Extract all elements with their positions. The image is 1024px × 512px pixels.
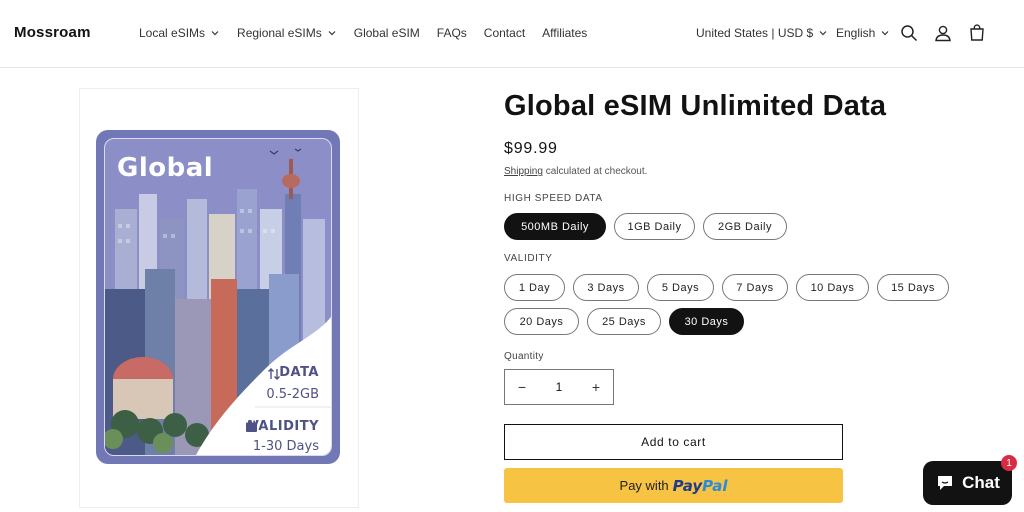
shipping-note-text: calculated at checkout. xyxy=(542,166,648,177)
account-icon[interactable] xyxy=(934,24,952,42)
option-10-days[interactable]: 10 Days xyxy=(796,274,869,301)
nav-label: Regional eSIMs xyxy=(237,26,322,40)
site-logo[interactable]: Mossroam xyxy=(14,24,91,41)
paypal-prefix: Pay with xyxy=(619,478,669,493)
quantity-increase-button[interactable]: + xyxy=(579,370,613,404)
chat-label: Chat xyxy=(962,473,1000,492)
search-icon[interactable] xyxy=(900,24,918,42)
option-25-days[interactable]: 25 Days xyxy=(587,308,661,335)
chat-bubble-icon xyxy=(938,476,953,490)
language-label: English xyxy=(836,26,876,40)
option-20-days[interactable]: 20 Days xyxy=(504,308,579,335)
validity-value: 1-30 Days xyxy=(252,439,319,454)
add-to-cart-button[interactable]: Add to cart xyxy=(504,424,843,460)
paypal-button[interactable]: Pay with PayPal xyxy=(504,468,843,503)
validity-label: VALIDITY xyxy=(504,253,553,264)
nav-contact[interactable]: Contact xyxy=(484,26,525,40)
nav-regional-esims[interactable]: Regional eSIMs xyxy=(237,26,337,40)
nav-label: Global eSIM xyxy=(353,26,420,40)
nav-local-esims[interactable]: Local eSIMs xyxy=(139,26,220,40)
shipping-note: Shipping calculated at checkout. xyxy=(504,166,647,177)
quantity-input[interactable]: 1 xyxy=(539,370,579,404)
language-selector[interactable]: English xyxy=(836,26,890,40)
shipping-link[interactable]: Shipping xyxy=(504,166,543,177)
quantity-label: Quantity xyxy=(504,351,544,362)
site-header: Mossroam Local eSIMs Regional eSIMs Glob… xyxy=(0,0,1024,68)
nav-affiliates[interactable]: Affiliates xyxy=(542,26,587,40)
country-selector[interactable]: United States | USD $ xyxy=(696,26,828,40)
nav-label: Affiliates xyxy=(542,26,588,40)
paypal-logo: PayPal xyxy=(672,476,728,495)
chevron-down-icon xyxy=(819,31,827,36)
option-3-days[interactable]: 3 Days xyxy=(573,274,639,301)
option-1gb-daily[interactable]: 1GB Daily xyxy=(614,213,695,240)
product-image: Global DATA 0.5-2GB VALIDITY 1-30 Days xyxy=(96,130,340,464)
chevron-down-icon xyxy=(881,31,889,36)
nav-faqs[interactable]: FAQs xyxy=(437,26,467,40)
validity-label: VALIDITY xyxy=(248,419,319,434)
option-30-days[interactable]: 30 Days xyxy=(669,308,744,335)
data-label: DATA xyxy=(279,365,319,380)
main-nav: Local eSIMs Regional eSIMs Global eSIM F… xyxy=(139,26,604,40)
country-currency-label: United States | USD $ xyxy=(696,26,814,40)
chevron-down-icon xyxy=(328,31,336,36)
nav-label: FAQs xyxy=(436,26,467,40)
high-speed-data-label: HIGH SPEED DATA xyxy=(504,193,603,204)
city-skyline-illustration xyxy=(105,148,331,455)
option-5-days[interactable]: 5 Days xyxy=(647,274,714,301)
esim-card-art: Global DATA 0.5-2GB VALIDITY 1-30 Days xyxy=(104,138,332,456)
option-15-days[interactable]: 15 Days xyxy=(877,274,949,301)
quantity-stepper: − 1 + xyxy=(504,369,614,405)
data-value: 0.5-2GB xyxy=(266,387,319,402)
option-1-day[interactable]: 1 Day xyxy=(504,274,565,301)
product-price: $99.99 xyxy=(504,140,558,157)
cart-icon[interactable] xyxy=(968,24,986,42)
nav-label: Local eSIMs xyxy=(139,26,206,40)
chat-notification-badge: 1 xyxy=(1001,455,1017,471)
quantity-decrease-button[interactable]: − xyxy=(505,370,539,404)
chat-button[interactable]: Chat xyxy=(923,461,1012,505)
option-7-days[interactable]: 7 Days xyxy=(722,274,788,301)
option-2gb-daily[interactable]: 2GB Daily xyxy=(703,213,787,240)
card-title: Global xyxy=(117,153,214,183)
nav-global-esim[interactable]: Global eSIM xyxy=(354,26,420,40)
nav-label: Contact xyxy=(483,26,526,40)
chevron-down-icon xyxy=(211,31,219,36)
product-title: Global eSIM Unlimited Data xyxy=(504,90,887,122)
option-500mb-daily[interactable]: 500MB Daily xyxy=(504,213,606,240)
